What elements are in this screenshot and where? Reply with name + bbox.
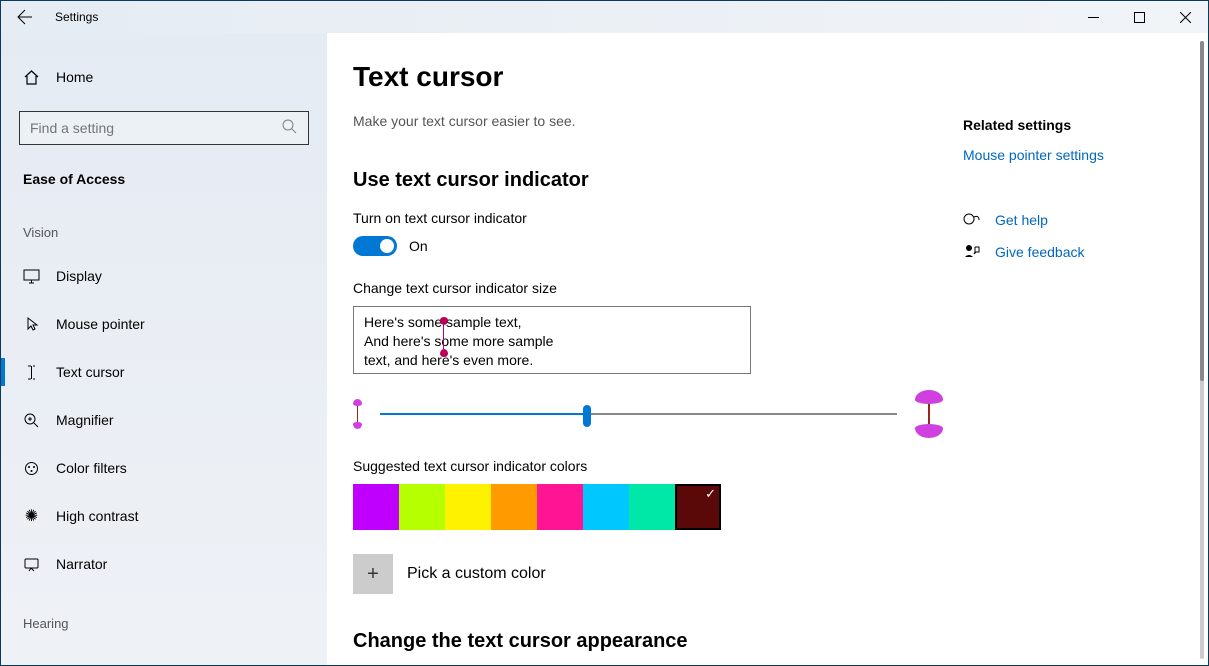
narrator-icon [23, 556, 40, 573]
link-mouse-pointer-settings[interactable]: Mouse pointer settings [963, 147, 1203, 163]
color-swatch[interactable] [583, 484, 629, 530]
maximize-icon [1134, 12, 1145, 23]
related-panel: Related settings Mouse pointer settings … [943, 61, 1203, 665]
title-bar: Settings [1, 1, 1208, 33]
magnifier-icon [23, 412, 40, 429]
sidebar-item-color-filters[interactable]: Color filters [1, 444, 327, 492]
sidebar-item-text-cursor[interactable]: Text cursor [1, 348, 327, 396]
group-vision: Vision [1, 197, 327, 252]
cursor-indicator-bar [443, 323, 444, 351]
link-give-feedback[interactable]: Give feedback [995, 244, 1085, 260]
page-title: Text cursor [353, 61, 943, 93]
section-indicator-title: Use text cursor indicator [353, 169, 943, 192]
toggle-state: On [409, 238, 428, 254]
color-filters-icon [23, 460, 40, 477]
size-slider[interactable] [380, 402, 897, 426]
color-swatch[interactable] [491, 484, 537, 530]
help-icon [963, 211, 981, 229]
sample-preview: Here's some sample text, And here's some… [353, 306, 751, 374]
sidebar-item-label: Text cursor [56, 364, 124, 380]
page-description: Make your text cursor easier to see. [353, 113, 943, 129]
home-nav[interactable]: Home [1, 57, 327, 97]
mouse-pointer-icon [23, 316, 40, 333]
main-content: Text cursor Make your text cursor easier… [327, 33, 1208, 665]
sidebar-item-label: Display [56, 268, 102, 284]
window-controls [1070, 1, 1208, 33]
color-swatch[interactable] [675, 484, 721, 530]
minimize-button[interactable] [1070, 1, 1116, 33]
close-icon [1180, 12, 1191, 23]
sidebar-item-magnifier[interactable]: Magnifier [1, 396, 327, 444]
size-label: Change text cursor indicator size [353, 280, 943, 296]
custom-color-label: Pick a custom color [407, 565, 546, 583]
size-max-icon [915, 390, 943, 438]
colors-label: Suggested text cursor indicator colors [353, 458, 943, 474]
sidebar-item-mouse-pointer[interactable]: Mouse pointer [1, 300, 327, 348]
sample-line: And here's some more sample [364, 332, 740, 351]
sample-line: text, and here's even more. [364, 351, 740, 370]
sidebar: Home Ease of Access Vision Display Mouse… [1, 33, 327, 665]
color-swatch[interactable] [399, 484, 445, 530]
sidebar-item-label: Narrator [56, 556, 107, 572]
sidebar-item-narrator[interactable]: Narrator [1, 540, 327, 588]
indicator-toggle[interactable] [353, 236, 397, 256]
display-icon [23, 268, 40, 285]
toggle-label: Turn on text cursor indicator [353, 210, 943, 226]
plus-icon: + [367, 563, 379, 586]
color-swatch[interactable] [445, 484, 491, 530]
custom-color-button[interactable]: + [353, 554, 393, 594]
sidebar-item-high-contrast[interactable]: ✺ High contrast [1, 492, 327, 540]
home-icon [23, 69, 40, 86]
minimize-icon [1088, 12, 1099, 23]
color-swatch[interactable] [629, 484, 675, 530]
close-button[interactable] [1162, 1, 1208, 33]
color-swatch[interactable] [537, 484, 583, 530]
sidebar-item-label: Color filters [56, 460, 127, 476]
cursor-indicator-bottom [440, 349, 448, 357]
section-appearance-title: Change the text cursor appearance [353, 630, 943, 653]
size-min-icon [353, 399, 362, 429]
window-title: Settings [55, 10, 98, 24]
link-get-help[interactable]: Get help [995, 212, 1048, 228]
search-icon [282, 119, 297, 139]
sidebar-item-label: Mouse pointer [56, 316, 145, 332]
high-contrast-icon: ✺ [23, 508, 40, 525]
search-input[interactable] [19, 111, 309, 145]
sidebar-item-label: High contrast [56, 508, 138, 524]
text-cursor-icon [23, 364, 40, 381]
sidebar-item-label: Magnifier [56, 412, 114, 428]
home-label: Home [56, 69, 93, 85]
feedback-icon [963, 243, 981, 261]
sample-line: Here's some sample text, [364, 313, 740, 332]
color-swatches [353, 484, 943, 530]
arrow-left-icon [17, 9, 33, 25]
group-hearing: Hearing [1, 588, 327, 643]
scrollbar[interactable] [1200, 41, 1204, 659]
color-swatch[interactable] [353, 484, 399, 530]
category-title: Ease of Access [1, 145, 327, 197]
back-button[interactable] [1, 1, 49, 33]
related-title: Related settings [963, 117, 1203, 133]
maximize-button[interactable] [1116, 1, 1162, 33]
sidebar-item-display[interactable]: Display [1, 252, 327, 300]
